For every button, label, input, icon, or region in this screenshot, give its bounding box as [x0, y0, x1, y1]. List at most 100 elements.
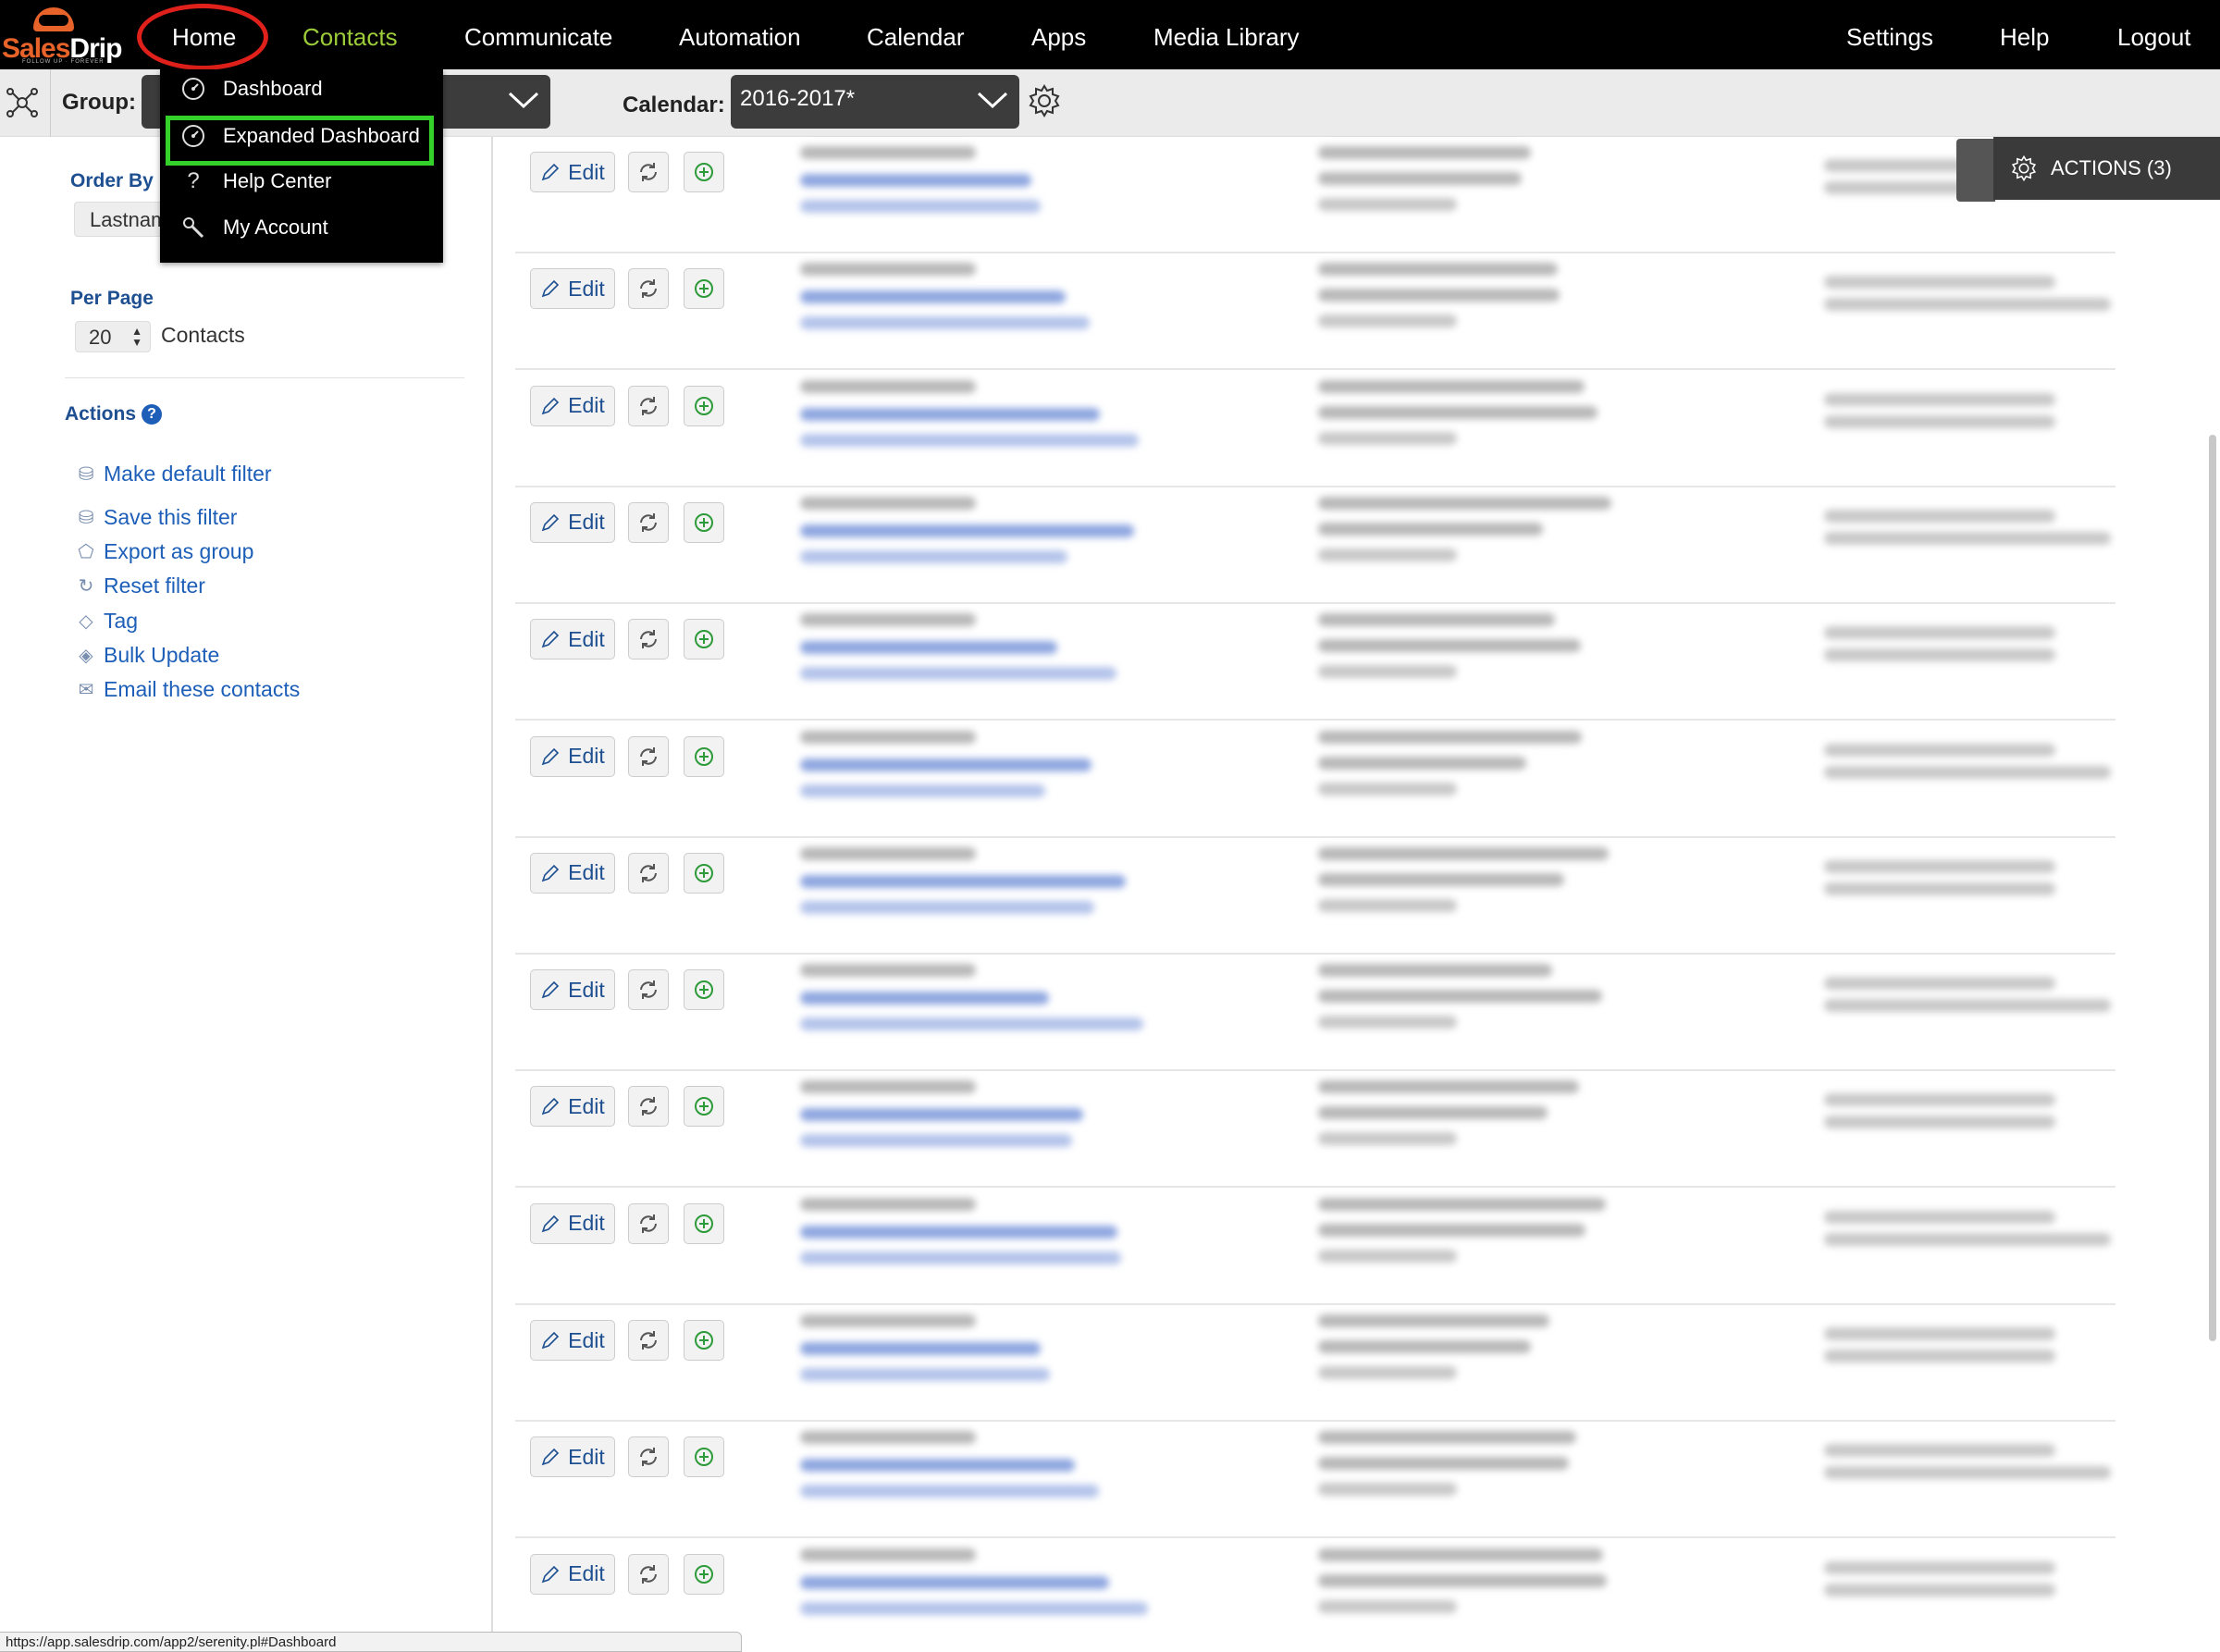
- add-activity-button[interactable]: [684, 1202, 724, 1244]
- action-make-default-filter[interactable]: ⛁ Make default filter: [74, 459, 272, 488]
- add-activity-button[interactable]: [684, 1553, 724, 1595]
- edit-label: Edit: [568, 276, 605, 301]
- add-activity-icon: [695, 1564, 713, 1584]
- sync-icon: [640, 1564, 657, 1584]
- sync-contact-button[interactable]: [628, 501, 669, 543]
- sync-contact-button[interactable]: [628, 1436, 669, 1478]
- add-activity-button[interactable]: [684, 1436, 724, 1478]
- action-save-filter[interactable]: ⛁ Save this filter: [74, 502, 238, 532]
- pencil-icon: [541, 1449, 560, 1466]
- chevron-down-icon: [977, 92, 1008, 109]
- contact-address-redacted: [1318, 142, 1651, 235]
- nav-settings[interactable]: Settings: [1846, 23, 1933, 52]
- sync-icon: [640, 512, 657, 532]
- action-export-as-group[interactable]: ⬠ Export as group: [74, 536, 253, 566]
- action-email-contacts[interactable]: ✉ Email these contacts: [74, 674, 301, 704]
- stack-icon: ⛁: [78, 463, 94, 485]
- nav-automation[interactable]: Automation: [679, 23, 801, 52]
- edit-contact-button[interactable]: Edit: [530, 152, 615, 192]
- edit-contact-button[interactable]: Edit: [530, 501, 615, 543]
- contact-address-redacted: [1318, 376, 1651, 469]
- add-activity-button[interactable]: [684, 501, 724, 543]
- edit-contact-button[interactable]: Edit: [530, 1436, 615, 1478]
- edit-contact-button[interactable]: Edit: [530, 1320, 615, 1361]
- edit-label: Edit: [568, 977, 605, 1002]
- action-reset-filter[interactable]: ↻ Reset filter: [74, 571, 205, 600]
- add-activity-button[interactable]: [684, 152, 724, 192]
- actions-panel-tab[interactable]: [1956, 139, 1995, 202]
- nav-logout[interactable]: Logout: [2117, 23, 2191, 52]
- cloud-logo-icon: [33, 7, 74, 31]
- add-activity-button[interactable]: [684, 268, 724, 310]
- edit-contact-button[interactable]: Edit: [530, 268, 615, 310]
- add-activity-icon: [695, 1331, 713, 1350]
- edit-label: Edit: [568, 159, 605, 184]
- sync-contact-button[interactable]: [628, 619, 669, 660]
- edit-contact-button[interactable]: Edit: [530, 385, 615, 426]
- salesdrip-logo[interactable]: SalesDrip FOLLOW UP · FOREVER: [0, 4, 122, 65]
- sync-contact-button[interactable]: [628, 1553, 669, 1595]
- sync-contact-button[interactable]: [628, 385, 669, 426]
- nav-help[interactable]: Help: [2000, 23, 2049, 52]
- pencil-icon: [541, 513, 560, 532]
- add-activity-button[interactable]: [684, 969, 724, 1011]
- sync-contact-button[interactable]: [628, 969, 669, 1011]
- page-scrollbar[interactable]: [2209, 435, 2216, 1341]
- actions-panel-button[interactable]: ACTIONS (3): [1993, 137, 2220, 200]
- network-filter-icon[interactable]: [6, 86, 39, 119]
- gear-icon[interactable]: [1027, 83, 1062, 118]
- nav-calendar[interactable]: Calendar: [867, 23, 965, 52]
- menu-item-dashboard[interactable]: Dashboard: [180, 70, 323, 107]
- contact-address-redacted: [1318, 610, 1651, 702]
- nav-contacts[interactable]: Contacts: [302, 23, 398, 52]
- edit-contact-button[interactable]: Edit: [530, 1202, 615, 1244]
- add-activity-button[interactable]: [684, 735, 724, 777]
- order-by-select[interactable]: Lastname: [74, 202, 166, 237]
- edit-contact-button[interactable]: Edit: [530, 735, 615, 777]
- action-bulk-update[interactable]: ◈ Bulk Update: [74, 640, 219, 670]
- edit-contact-button[interactable]: Edit: [530, 969, 615, 1011]
- nav-apps[interactable]: Apps: [1031, 23, 1086, 52]
- home-dropdown-menu: Dashboard Expanded Dashboard ? Help Cent…: [160, 69, 443, 263]
- menu-item-help-center[interactable]: ? Help Center: [180, 163, 331, 200]
- contact-row: Edit: [515, 1422, 2115, 1539]
- contact-status-redacted: [1824, 1090, 2129, 1145]
- nav-home[interactable]: Home: [172, 23, 236, 52]
- menu-item-label: Expanded Dashboard: [223, 124, 420, 147]
- per-page-select[interactable]: 20 ▲ ▼: [75, 321, 151, 352]
- add-activity-button[interactable]: [684, 619, 724, 660]
- contact-status-redacted: [1824, 1324, 2129, 1379]
- edit-contact-button[interactable]: Edit: [530, 1086, 615, 1128]
- add-activity-button[interactable]: [684, 1086, 724, 1128]
- sync-contact-button[interactable]: [628, 268, 669, 310]
- sync-contact-button[interactable]: [628, 852, 669, 894]
- menu-item-my-account[interactable]: My Account: [180, 209, 328, 246]
- edit-contact-button[interactable]: Edit: [530, 1553, 615, 1595]
- help-icon[interactable]: ?: [142, 404, 163, 425]
- action-tag[interactable]: ◇ Tag: [74, 606, 138, 635]
- sync-contact-button[interactable]: [628, 1320, 669, 1361]
- sync-contact-button[interactable]: [628, 735, 669, 777]
- sync-contact-button[interactable]: [628, 152, 669, 192]
- contact-status-redacted: [1824, 506, 2129, 561]
- menu-item-expanded-dashboard[interactable]: Expanded Dashboard: [180, 117, 420, 154]
- nav-communicate[interactable]: Communicate: [464, 23, 612, 52]
- edit-contact-button[interactable]: Edit: [530, 852, 615, 894]
- add-activity-icon: [695, 396, 713, 415]
- contact-row: Edit: [515, 838, 2115, 955]
- sync-contact-button[interactable]: [628, 1086, 669, 1128]
- nav-media-library[interactable]: Media Library: [1153, 23, 1300, 52]
- contact-details-redacted: [800, 610, 1216, 702]
- edit-label: Edit: [568, 860, 605, 885]
- sync-icon: [640, 1331, 657, 1350]
- logo-tagline: FOLLOW UP · FOREVER: [22, 59, 105, 65]
- edit-label: Edit: [568, 1327, 605, 1352]
- add-activity-button[interactable]: [684, 852, 724, 894]
- contact-details-redacted: [800, 1545, 1216, 1637]
- edit-contact-button[interactable]: Edit: [530, 619, 615, 660]
- sync-contact-button[interactable]: [628, 1202, 669, 1244]
- add-activity-button[interactable]: [684, 1320, 724, 1361]
- calendar-select[interactable]: 2016-2017*: [731, 75, 1019, 129]
- question-icon: ?: [187, 168, 200, 193]
- add-activity-button[interactable]: [684, 385, 724, 426]
